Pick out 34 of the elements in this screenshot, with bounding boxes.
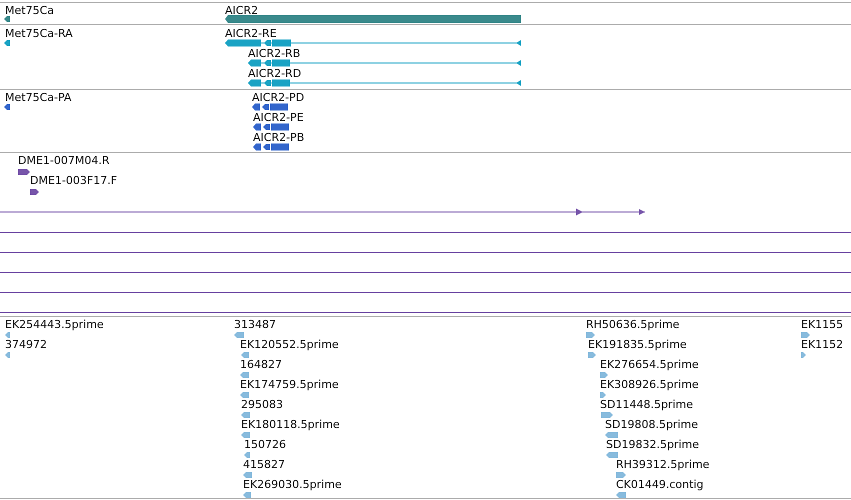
feature-label: AICR2-PB: [253, 131, 304, 145]
feature-label: EK276654.5prime: [600, 358, 699, 372]
feature-label: 164827: [240, 358, 282, 372]
feature-label: AICR2-RB: [248, 47, 300, 61]
feature-label: DME1-003F17.F: [30, 174, 118, 188]
feature-label: 415827: [243, 458, 285, 472]
feature-label: EK180118.5prime: [241, 418, 340, 432]
feature-label: AICR2-PE: [253, 111, 304, 125]
feature-label: 150726: [244, 438, 286, 452]
feature-label: CK01449.contig: [616, 478, 704, 492]
feature-label: 374972: [5, 338, 47, 352]
feature-label: AICR2: [225, 4, 258, 18]
feature-label: AICR2-RE: [225, 27, 277, 41]
feature-label: EK174759.5prime: [240, 378, 339, 392]
feature-label: Met75Ca-RA: [5, 27, 73, 41]
feature-label: AICR2-PD: [252, 91, 304, 105]
feature-label: RH39312.5prime: [616, 458, 710, 472]
feature-label: Met75Ca-PA: [5, 91, 72, 105]
feature-label: 313487: [234, 318, 276, 332]
feature-label: EK1152: [801, 338, 844, 352]
feature-label: RH50636.5prime: [586, 318, 680, 332]
feature-label: 295083: [241, 398, 283, 412]
feature-label: DME1-007M04.R: [18, 154, 110, 168]
feature-label: SD19832.5prime: [606, 438, 699, 452]
feature-label: Met75Ca: [5, 4, 54, 18]
feature-label: EK254443.5prime: [5, 318, 104, 332]
feature-label: EK191835.5prime: [588, 338, 687, 352]
feature-label: EK120552.5prime: [240, 338, 339, 352]
feature-label: EK1155: [801, 318, 844, 332]
feature-label: SD11448.5prime: [600, 398, 693, 412]
feature-label: EK269030.5prime: [243, 478, 342, 492]
feature-label: EK308926.5prime: [600, 378, 699, 392]
feature-label: SD19808.5prime: [605, 418, 698, 432]
feature-label: AICR2-RD: [248, 67, 302, 81]
